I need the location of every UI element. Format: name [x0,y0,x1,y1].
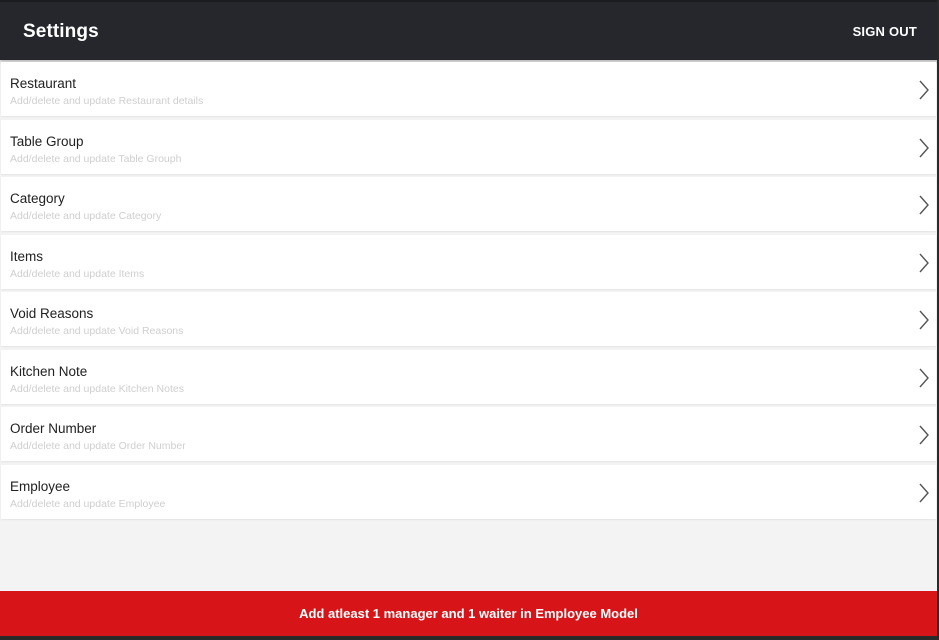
chevron-right-icon [919,80,929,100]
settings-item-kitchen-note[interactable]: Kitchen Note Add/delete and update Kitch… [1,349,936,404]
settings-item-subtitle: Add/delete and update Kitchen Notes [10,382,184,395]
settings-item-title: Void Reasons [10,306,94,321]
settings-item-subtitle: Add/delete and update Category [10,210,162,222]
settings-item-table-group[interactable]: Table Group Add/delete and update Table … [1,119,936,174]
screen-edge-bottom [0,636,939,640]
settings-item-title: Items [10,248,44,264]
sign-out-button[interactable]: SIGN OUT [853,24,917,39]
settings-item-void-reasons[interactable]: Void Reasons Add/delete and update Void … [1,292,936,346]
page-title: Settings [23,21,99,42]
settings-item-title: Order Number [10,421,97,436]
chevron-right-icon [919,483,929,502]
app-bar: Settings SIGN OUT [0,0,939,60]
settings-list: Restaurant Add/delete and update Restaur… [1,62,936,522]
settings-item-employee[interactable]: Employee Add/delete and update Employee [1,464,936,519]
settings-item-subtitle: Add/delete and update Items [10,267,145,280]
settings-item-title: Restaurant [10,76,77,91]
chevron-right-icon [919,310,929,330]
settings-item-order-number[interactable]: Order Number Add/delete and update Order… [1,407,936,461]
chevron-right-icon [919,368,929,387]
settings-item-title: Kitchen Note [10,363,88,379]
settings-item-title: Employee [10,478,71,494]
settings-item-subtitle: Add/delete and update Void Reasons [10,325,184,337]
settings-item-subtitle: Add/delete and update Restaurant details [10,95,204,107]
chevron-right-icon [919,425,929,445]
chevron-right-icon [919,253,929,272]
settings-item-subtitle: Add/delete and update Table Grouph [10,152,182,165]
settings-item-category[interactable]: Category Add/delete and update Category [1,177,936,231]
settings-item-subtitle: Add/delete and update Order Number [10,440,186,452]
chevron-right-icon [919,195,929,215]
settings-item-restaurant[interactable]: Restaurant Add/delete and update Restaur… [1,62,936,116]
settings-item-title: Table Group [10,133,84,149]
settings-item-items[interactable]: Items Add/delete and update Items [1,234,936,289]
settings-item-title: Category [10,191,65,206]
employee-warning-banner: Add atleast 1 manager and 1 waiter in Em… [0,591,937,636]
settings-item-subtitle: Add/delete and update Employee [10,497,166,510]
chevron-right-icon [919,138,929,157]
